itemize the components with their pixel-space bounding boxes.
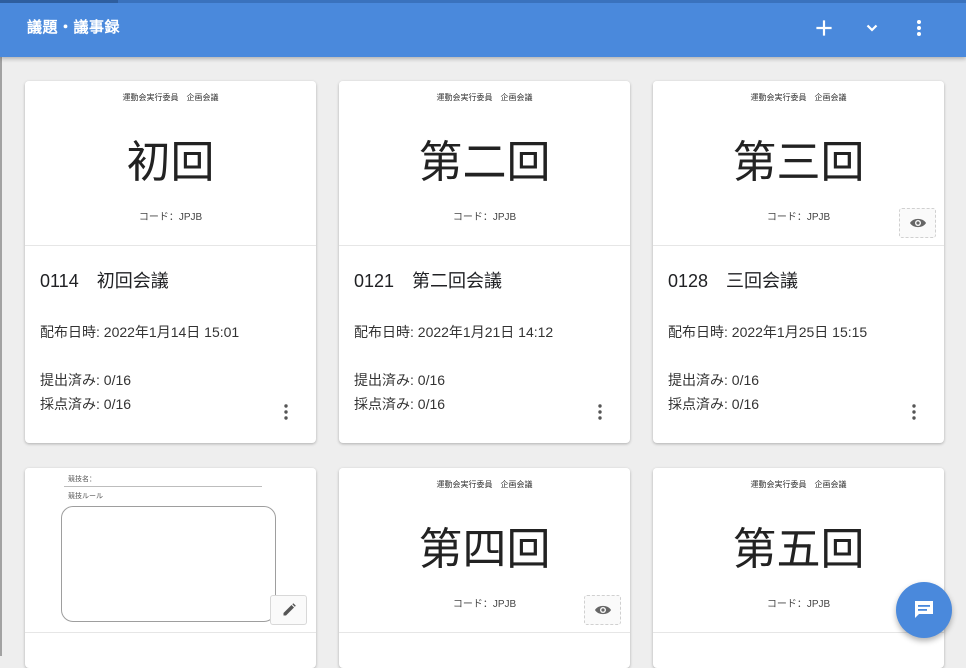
eye-icon: [594, 605, 611, 615]
card-more-button[interactable]: [902, 400, 926, 424]
thumbnail-title: 初回: [126, 137, 215, 188]
edit-button[interactable]: [270, 595, 307, 625]
thumbnail-header: 運動会実行委員 企画会議: [750, 480, 847, 489]
thumbnail-header: 運動会実行委員 企画会議: [436, 93, 533, 102]
page-title: 議題・議事録: [27, 19, 121, 36]
thumbnail-title: 第五回: [732, 524, 865, 575]
thumbnail-title: 第四回: [418, 524, 551, 575]
plus-icon: [816, 20, 832, 36]
meeting-card[interactable]: 運動会実行委員 企画会議 初回 コード：JPJB 0114 初回会議 配布日時:…: [25, 81, 316, 443]
chat-fab-button[interactable]: [896, 582, 952, 638]
sheet-underline: [64, 486, 262, 487]
app-bar: 議題・議事録: [0, 0, 966, 57]
meeting-card[interactable]: 運動会実行委員 企画会議 第五回 コード：JPJB: [653, 468, 944, 668]
card-thumbnail[interactable]: 運動会実行委員 企画会議 第四回 コード：JPJB: [339, 468, 630, 633]
more-vert-icon: [917, 20, 921, 36]
eye-icon: [909, 218, 926, 228]
sheet-field-label: 競技ルール: [68, 493, 103, 500]
sheet-field-label: 競技名：: [68, 476, 96, 483]
submitted-count: 提出済み: 0/16: [354, 372, 446, 388]
card-title: 0114 初回会議: [40, 271, 169, 291]
thumbnail-title: 第三回: [732, 137, 865, 188]
thumbnail-header: 運動会実行委員 企画会議: [122, 93, 219, 102]
more-vert-icon: [598, 404, 602, 420]
card-more-button[interactable]: [274, 400, 298, 424]
submitted-count: 提出済み: 0/16: [40, 372, 132, 388]
graded-count: 採点済み: 0/16: [668, 396, 760, 412]
more-vert-icon: [284, 404, 288, 420]
card-date: 配布日時: 2022年1月25日 15:15: [668, 324, 868, 340]
card-thumbnail[interactable]: 運動会実行委員 企画会議 第二回 コード：JPJB: [339, 81, 630, 246]
card-date: 配布日時: 2022年1月14日 15:01: [40, 324, 240, 340]
chat-icon: [915, 601, 933, 618]
meeting-card[interactable]: 運動会実行委員 企画会議 第三回 コード：JPJB 0128 三回会議 配布日時…: [653, 81, 944, 443]
preview-button[interactable]: [899, 208, 936, 238]
card-title: 0128 三回会議: [668, 271, 799, 291]
top-strip: [0, 0, 966, 3]
thumbnail-header: 運動会実行委員 企画会議: [750, 93, 847, 102]
sheet-answer-box: [61, 506, 276, 622]
worksheet-card[interactable]: 競技名： 競技ルール: [25, 468, 316, 668]
add-button[interactable]: [808, 12, 840, 44]
card-thumbnail[interactable]: 競技名： 競技ルール: [25, 468, 316, 633]
more-vert-icon: [912, 404, 916, 420]
meeting-card[interactable]: 運動会実行委員 企画会議 第四回 コード：JPJB: [339, 468, 630, 668]
thumbnail-code: コード：JPJB: [138, 212, 203, 223]
graded-count: 採点済み: 0/16: [354, 396, 446, 412]
submitted-count: 提出済み: 0/16: [668, 372, 760, 388]
graded-count: 採点済み: 0/16: [40, 396, 132, 412]
card-title: 0121 第二回会議: [354, 271, 503, 291]
chevron-down-icon: [866, 24, 878, 32]
thumbnail-code: コード：JPJB: [452, 212, 517, 223]
meeting-card[interactable]: 運動会実行委員 企画会議 第二回 コード：JPJB 0121 第二回会議 配布日…: [339, 81, 630, 443]
thumbnail-header: 運動会実行委員 企画会議: [436, 480, 533, 489]
expand-button[interactable]: [856, 12, 888, 44]
card-more-button[interactable]: [588, 400, 612, 424]
card-date: 配布日時: 2022年1月21日 14:12: [354, 324, 554, 340]
card-thumbnail[interactable]: 運動会実行委員 企画会議 第三回 コード：JPJB: [653, 81, 944, 246]
pencil-icon: [283, 603, 296, 616]
window-edge: [0, 57, 2, 656]
thumbnail-title: 第二回: [418, 137, 551, 188]
more-menu-button[interactable]: [903, 12, 935, 44]
card-thumbnail[interactable]: 運動会実行委員 企画会議 初回 コード：JPJB: [25, 81, 316, 246]
preview-button[interactable]: [584, 595, 621, 625]
